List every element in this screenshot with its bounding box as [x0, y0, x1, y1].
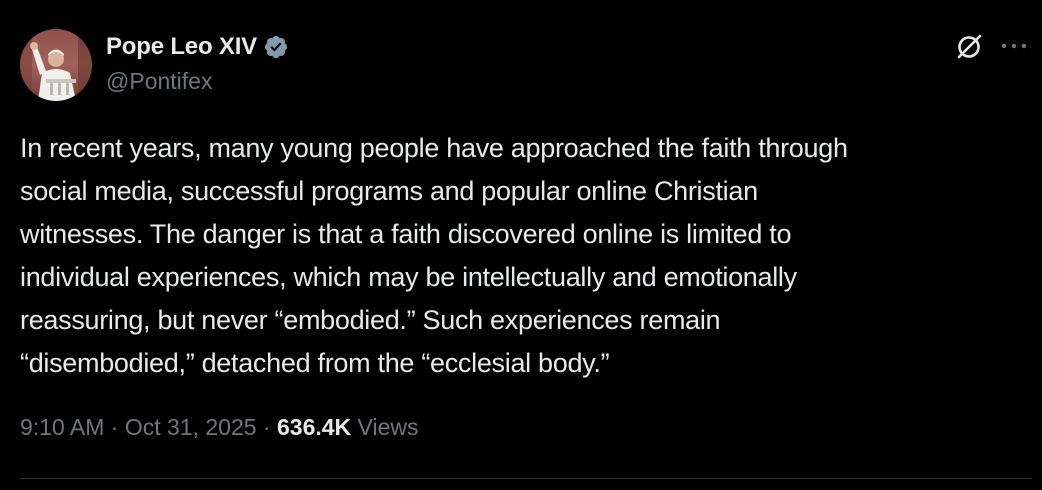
- views-count[interactable]: 636.4K: [277, 414, 351, 441]
- grok-icon[interactable]: [952, 30, 986, 64]
- author-name-row: Pope Leo XIV: [106, 31, 289, 63]
- meta-separator: ·: [104, 414, 125, 440]
- meta-separator: ·: [256, 414, 277, 440]
- divider: [20, 478, 1032, 479]
- tweet[interactable]: Pope Leo XIV @Pontifex In recent years, …: [0, 0, 1042, 490]
- tweet-date[interactable]: Oct 31, 2025: [125, 414, 257, 441]
- views-label: Views: [351, 414, 419, 440]
- tweet-text: In recent years, many young people have …: [20, 133, 848, 378]
- avatar[interactable]: [20, 29, 92, 101]
- author-handle[interactable]: @Pontifex: [106, 68, 212, 95]
- more-options-icon[interactable]: [999, 36, 1029, 56]
- tweet-time[interactable]: 9:10 AM: [20, 414, 104, 441]
- author-display-name[interactable]: Pope Leo XIV: [106, 33, 257, 61]
- verified-badge-icon[interactable]: [263, 34, 289, 60]
- tweet-metadata: 9:10 AM · Oct 31, 2025 · 636.4K Views: [20, 414, 419, 441]
- avatar-image: [20, 29, 92, 101]
